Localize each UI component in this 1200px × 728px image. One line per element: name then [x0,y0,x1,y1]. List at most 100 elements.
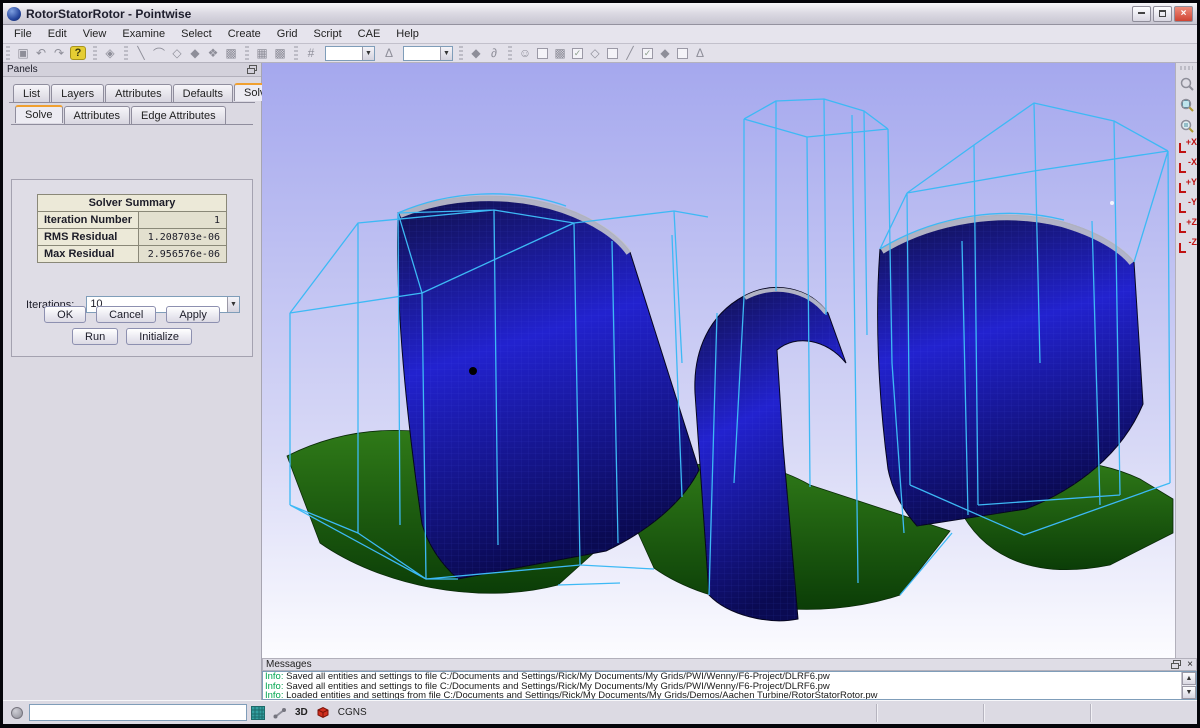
toolbar-grip[interactable] [459,46,463,60]
toolbar-grip[interactable] [124,46,128,60]
undo-icon[interactable]: ↶ [32,45,50,61]
highlight-point [1110,201,1114,205]
dimension-combo[interactable]: ▼ [325,46,375,61]
title-bar[interactable]: RotorStatorRotor - Pointwise × [3,3,1197,25]
mask-shaded-checkbox[interactable] [537,48,548,59]
row-value: 1 [139,212,227,229]
menu-grid[interactable]: Grid [269,26,306,42]
distribute-icon[interactable]: ◆ [467,45,485,61]
spacing-icon[interactable]: Δ [380,45,398,61]
tab-edge-attributes[interactable]: Edge Attributes [131,106,226,124]
mask-connectors-checkbox[interactable]: ✓ [642,48,653,59]
status-segment [1090,704,1197,722]
messages-title-bar[interactable]: Messages × [262,658,1197,671]
block-icon[interactable]: ▩ [222,45,240,61]
zoom-icon[interactable] [1176,73,1198,94]
menu-view[interactable]: View [75,26,115,42]
menu-edit[interactable]: Edit [40,26,75,42]
view-minus-x-button[interactable]: -X [1176,156,1198,176]
help-icon[interactable]: ? [70,46,86,60]
toolbar-grip[interactable] [93,46,97,60]
mask-blocks-icon[interactable]: ▩ [551,45,569,61]
menu-file[interactable]: File [6,26,40,42]
tab-list[interactable]: List [13,84,50,102]
row-value: 1.208703e-06 [139,229,227,246]
zoom-one-to-one-icon[interactable] [1176,115,1198,136]
solver-summary-table: Solver Summary Iteration Number 1 RMS Re… [37,194,227,263]
restore-button[interactable] [1153,6,1172,22]
messages-log[interactable]: Info: Saved all entities and settings to… [262,671,1197,700]
tab-attributes[interactable]: Attributes [105,84,171,102]
connector-status-icon [273,707,287,719]
toolbar-grip[interactable] [6,46,10,60]
view-plusminus-y-button[interactable]: +Y [1176,176,1198,196]
shaded-domain-icon[interactable]: ◆ [186,45,204,61]
mask-blocks-checkbox[interactable]: ✓ [572,48,583,59]
toolbar-grip[interactable] [294,46,298,60]
curve-icon[interactable]: ⌒ [150,45,168,61]
run-button[interactable]: Run [72,328,118,345]
tab-attributes[interactable]: Attributes [64,106,130,124]
selected-point[interactable] [469,367,477,375]
view-minus-z-button[interactable]: -Z [1176,236,1198,256]
toolbar-grip[interactable] [1180,66,1193,70]
ok-button[interactable]: OK [44,306,86,323]
tab-defaults[interactable]: Defaults [173,84,233,102]
minimize-button[interactable] [1132,6,1151,22]
toolbar-grip[interactable] [245,46,249,60]
status-light-icon [11,707,23,719]
messages-scrollbar[interactable]: ▲ ▼ [1181,672,1196,699]
main-toolbar: ▣↶↷? ◈ ╲⌒◇◆❖▩ ▦▩ # ▼ Δ ▼ ◆∂ ☺▩✓◇╱✓◆Δ [3,44,1197,63]
menu-select[interactable]: Select [173,26,220,42]
mask-points-checkbox[interactable] [677,48,688,59]
float-panel-icon[interactable] [247,65,257,74]
float-panel-icon[interactable] [1171,660,1181,669]
mask-domains-checkbox[interactable] [607,48,618,59]
menu-create[interactable]: Create [220,26,269,42]
assemble-icon[interactable]: ❖ [204,45,222,61]
redo-icon[interactable]: ↷ [50,45,68,61]
cancel-button[interactable]: Cancel [96,306,156,323]
mask-labels-icon[interactable]: Δ [691,45,709,61]
initialize-button[interactable]: Initialize [126,328,192,345]
dimension-count-icon[interactable]: # [302,45,320,61]
scroll-down-icon[interactable]: ▼ [1182,686,1196,699]
chevron-down-icon[interactable]: ▼ [440,47,452,60]
menu-script[interactable]: Script [306,26,350,42]
display-viewport[interactable] [262,63,1175,658]
chevron-down-icon[interactable]: ▼ [362,47,374,60]
view-plusminus-x-button[interactable]: +X [1176,136,1198,156]
tab-layers[interactable]: Layers [51,84,104,102]
grid-points-icon [251,706,265,720]
status-input[interactable] [29,704,247,721]
domain-icon[interactable]: ◇ [168,45,186,61]
save-icon[interactable]: ▣ [14,45,32,61]
zoom-to-fit-icon[interactable] [1176,94,1198,115]
close-panel-icon[interactable]: × [1187,660,1193,669]
tab-solve[interactable]: Solve [15,105,63,123]
mask-connectors-icon[interactable]: ╱ [621,45,639,61]
apply-button[interactable]: Apply [166,306,220,323]
spacing-combo[interactable]: ▼ [403,46,453,61]
connector-icon[interactable]: ╲ [132,45,150,61]
layer-stack-icon[interactable]: ◈ [101,45,119,61]
panels-title-bar[interactable]: Panels [3,63,261,77]
mask-points-icon[interactable]: ◆ [656,45,674,61]
menu-cae[interactable]: CAE [350,26,389,42]
dimension-mode-label: 3D [295,707,308,718]
derivative-icon[interactable]: ∂ [485,45,503,61]
mask-shaded-icon[interactable]: ☺ [516,45,534,61]
solve-groupbox: Solver Summary Iteration Number 1 RMS Re… [11,179,253,357]
mask-domains-icon[interactable]: ◇ [586,45,604,61]
close-button[interactable]: × [1174,6,1193,22]
messages-panel: Messages × Info: Saved all entities and … [262,658,1197,700]
menu-help[interactable]: Help [388,26,427,42]
table-row: Iteration Number 1 [37,212,226,229]
toolbar-grip[interactable] [508,46,512,60]
unstructured-grid-icon[interactable]: ▩ [271,45,289,61]
view-minus-y-button[interactable]: -Y [1176,196,1198,216]
scroll-up-icon[interactable]: ▲ [1182,672,1196,685]
structured-grid-icon[interactable]: ▦ [253,45,271,61]
view-plusminus-z-button[interactable]: +Z [1176,216,1198,236]
menu-examine[interactable]: Examine [114,26,173,42]
